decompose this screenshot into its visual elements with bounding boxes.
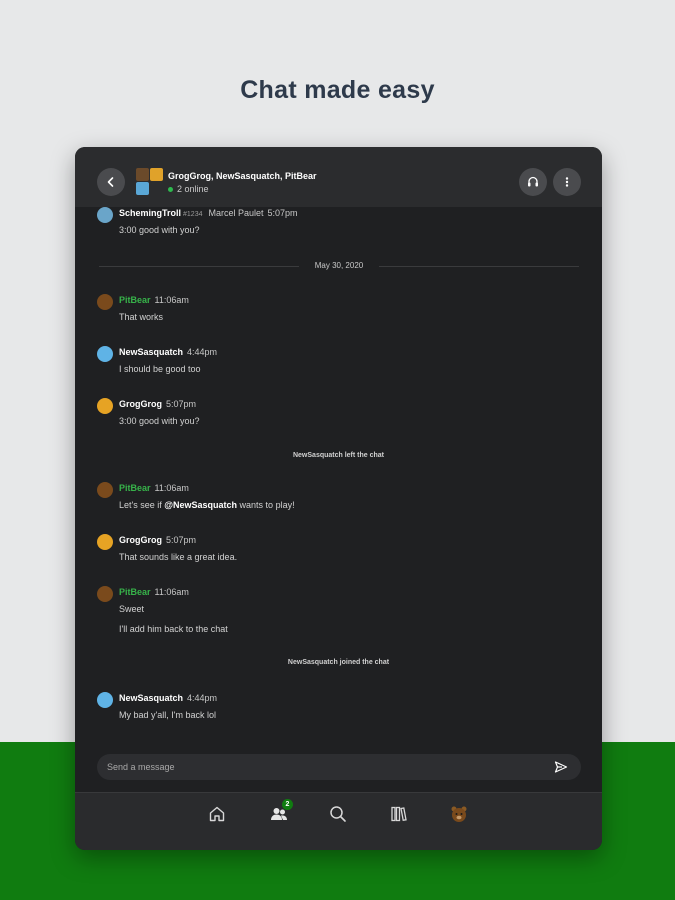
- message-text: 3:00 good with you?: [119, 416, 200, 426]
- bottom-nav: 2: [75, 793, 602, 850]
- sender-name[interactable]: PitBear: [119, 295, 151, 305]
- chat-title[interactable]: GrogGrog, NewSasquatch, PitBear: [168, 171, 317, 181]
- date-divider: May 30, 2020: [99, 260, 579, 272]
- sender-name[interactable]: GrogGrog: [119, 535, 162, 545]
- timestamp: 5:07pm: [267, 208, 298, 218]
- message-composer: [97, 754, 581, 780]
- composer-area: [75, 745, 602, 791]
- message-text: Let's see if @NewSasquatch wants to play…: [119, 500, 295, 510]
- sender-name[interactable]: NewSasquatch: [119, 347, 183, 357]
- nav-search[interactable]: [327, 803, 349, 825]
- home-icon: [209, 806, 225, 822]
- sender-name[interactable]: GrogGrog: [119, 399, 162, 409]
- sender-name[interactable]: PitBear: [119, 483, 151, 493]
- timestamp: 5:07pm: [166, 399, 197, 409]
- timestamp: 5:07pm: [166, 535, 197, 545]
- online-count: 2 online: [177, 184, 209, 194]
- message-text: Sweet: [119, 604, 145, 614]
- avatar[interactable]: [97, 586, 113, 602]
- online-indicator: [168, 186, 173, 192]
- avatar[interactable]: [97, 207, 113, 223]
- system-message: NewSasquatch left the chat: [292, 452, 385, 459]
- message-text: 3:00 good with you?: [119, 225, 200, 235]
- message-text: That works: [119, 312, 164, 322]
- chat-header: GrogGrog, NewSasquatch, PitBear 2 online: [75, 147, 602, 207]
- avatar[interactable]: [97, 692, 113, 708]
- message-text: My bad y'all, I'm back lol: [119, 710, 216, 720]
- real-name: Marcel Paulet: [208, 208, 264, 218]
- chat-window: GrogGrog, NewSasquatch, PitBear 2 online…: [75, 147, 602, 850]
- message-input[interactable]: [107, 754, 537, 780]
- timestamp: 11:06am: [154, 587, 189, 597]
- sender-name[interactable]: PitBear: [119, 587, 151, 597]
- sender-name[interactable]: NewSasquatch: [119, 693, 183, 703]
- timestamp: 11:06am: [154, 483, 189, 493]
- chevron-left-icon: [107, 177, 114, 187]
- message-text: I should be good too: [119, 364, 201, 374]
- nav-home[interactable]: [206, 803, 228, 825]
- headline: Chat made easy: [240, 76, 435, 104]
- nav-profile[interactable]: [448, 803, 470, 825]
- system-message: NewSasquatch joined the chat: [287, 659, 390, 666]
- avatar[interactable]: [97, 398, 113, 414]
- avatar[interactable]: [97, 534, 113, 550]
- mention-link[interactable]: @NewSasquatch: [164, 500, 237, 510]
- timestamp: 4:44pm: [187, 347, 218, 357]
- send-button[interactable]: [553, 759, 569, 775]
- avatar[interactable]: [97, 482, 113, 498]
- message-text: That sounds like a great idea.: [119, 552, 238, 562]
- timestamp: 11:06am: [154, 295, 189, 305]
- timestamp: 4:44pm: [187, 693, 218, 703]
- profile-icon: [451, 806, 467, 822]
- send-icon: [554, 761, 568, 773]
- nav-library[interactable]: [388, 803, 410, 825]
- avatar[interactable]: [97, 346, 113, 362]
- message-text: I'll add him back to the chat: [119, 624, 228, 634]
- library-icon: [391, 806, 407, 822]
- party-chat-button[interactable]: [519, 168, 547, 196]
- search-icon: [330, 806, 346, 822]
- headset-icon: [528, 176, 538, 187]
- sender-name[interactable]: SchemingTroll: [119, 208, 181, 218]
- friends-badge: 2: [282, 799, 293, 810]
- avatar[interactable]: [97, 294, 113, 310]
- more-vertical-icon: [565, 177, 569, 187]
- back-button[interactable]: [97, 168, 125, 196]
- group-avatar: [136, 168, 164, 196]
- more-options-button[interactable]: [553, 168, 581, 196]
- gamertag-suffix: #1234: [183, 211, 203, 218]
